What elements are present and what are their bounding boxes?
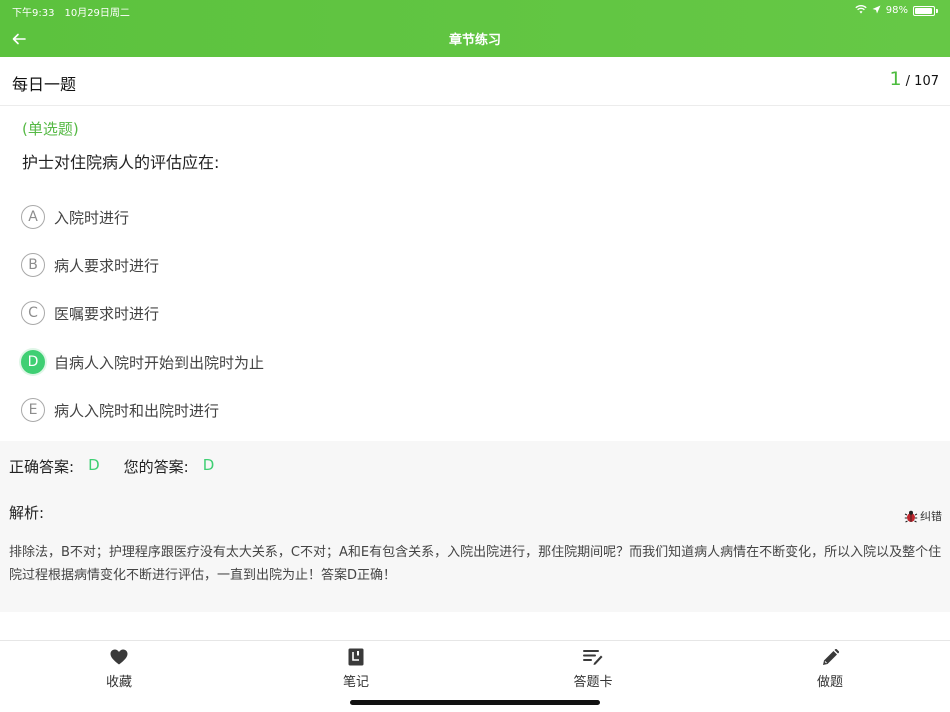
tab-notes[interactable]: 笔记 [316, 647, 396, 690]
heart-icon [109, 647, 129, 667]
answer-card-icon [583, 647, 603, 667]
option-c[interactable]: C 医嘱要求时进行 [21, 298, 159, 328]
tab-label: 做题 [816, 675, 843, 690]
analysis-panel: 正确答案: D 您的答案: D 解析: 纠错 排除法，B不对；护理程序跟医疗没有… [0, 441, 950, 612]
answer-row: 正确答案: D 您的答案: D [9, 456, 214, 477]
tab-label: 答题卡 [573, 675, 613, 690]
option-letter-badge: A [21, 205, 45, 229]
total-questions: / 107 [905, 74, 939, 89]
status-bar-right: 98% [855, 4, 938, 17]
status-date: 10月29日周二 [64, 8, 130, 19]
battery-percent: 98% [885, 5, 908, 16]
tab-practice[interactable]: 做题 [790, 647, 870, 690]
status-bar-left: 下午9:33 10月29日周二 [12, 4, 130, 19]
option-d[interactable]: D 自病人入院时开始到出院时为止 [21, 347, 264, 377]
option-letter-badge: E [21, 398, 45, 422]
top-bar: 下午9:33 10月29日周二 98% 章节练习 [0, 0, 950, 57]
location-icon [872, 5, 881, 17]
option-text: 入院时进行 [54, 208, 130, 227]
tab-answer-card[interactable]: 答题卡 [553, 647, 633, 690]
wifi-icon [855, 4, 867, 17]
section-title: 每日一题 [12, 75, 77, 94]
bug-icon [904, 510, 918, 523]
option-text: 自病人入院时开始到出院时为止 [54, 353, 265, 372]
correct-answer-label: 正确答案: [9, 458, 75, 476]
analysis-label: 解析: [9, 504, 45, 522]
tab-favorite[interactable]: 收藏 [79, 647, 159, 690]
option-b[interactable]: B 病人要求时进行 [21, 250, 159, 280]
question-text: 护士对住院病人的评估应在: [22, 153, 220, 172]
option-letter-badge: D [21, 350, 45, 374]
option-letter-badge: B [21, 253, 45, 277]
tab-label: 笔记 [342, 675, 369, 690]
your-answer-value: D [202, 456, 215, 474]
page-title: 章节练习 [448, 33, 501, 48]
correct-answer-value: D [88, 456, 100, 474]
bottom-toolbar: 收藏 笔记 答题卡 做题 [0, 640, 950, 695]
option-text: 病人入院时和出院时进行 [54, 401, 220, 420]
analysis-text: 排除法，B不对；护理程序跟医疗没有太大关系，C不对；A和E有包含关系，入院出院进… [9, 545, 942, 583]
question-type: (单选题) [22, 120, 79, 138]
option-letter-badge: C [21, 301, 45, 325]
option-text: 病人要求时进行 [54, 256, 160, 275]
current-question-number: 1 [889, 68, 902, 90]
battery-icon [913, 5, 935, 16]
your-answer-label: 您的答案: [123, 458, 189, 476]
option-a[interactable]: A 入院时进行 [21, 202, 129, 232]
question-counter: 1 / 107 [889, 68, 939, 90]
tab-label: 收藏 [105, 675, 132, 690]
question-header: 每日一题 1 / 107 [0, 57, 950, 106]
status-time: 下午9:33 [12, 8, 55, 19]
report-error-button[interactable]: 纠错 [904, 508, 942, 524]
option-e[interactable]: E 病人入院时和出院时进行 [21, 395, 219, 425]
note-icon [346, 647, 366, 667]
report-error-label: 纠错 [920, 510, 942, 523]
home-indicator[interactable] [350, 700, 600, 705]
option-text: 医嘱要求时进行 [54, 304, 160, 323]
pencil-icon [820, 647, 840, 667]
